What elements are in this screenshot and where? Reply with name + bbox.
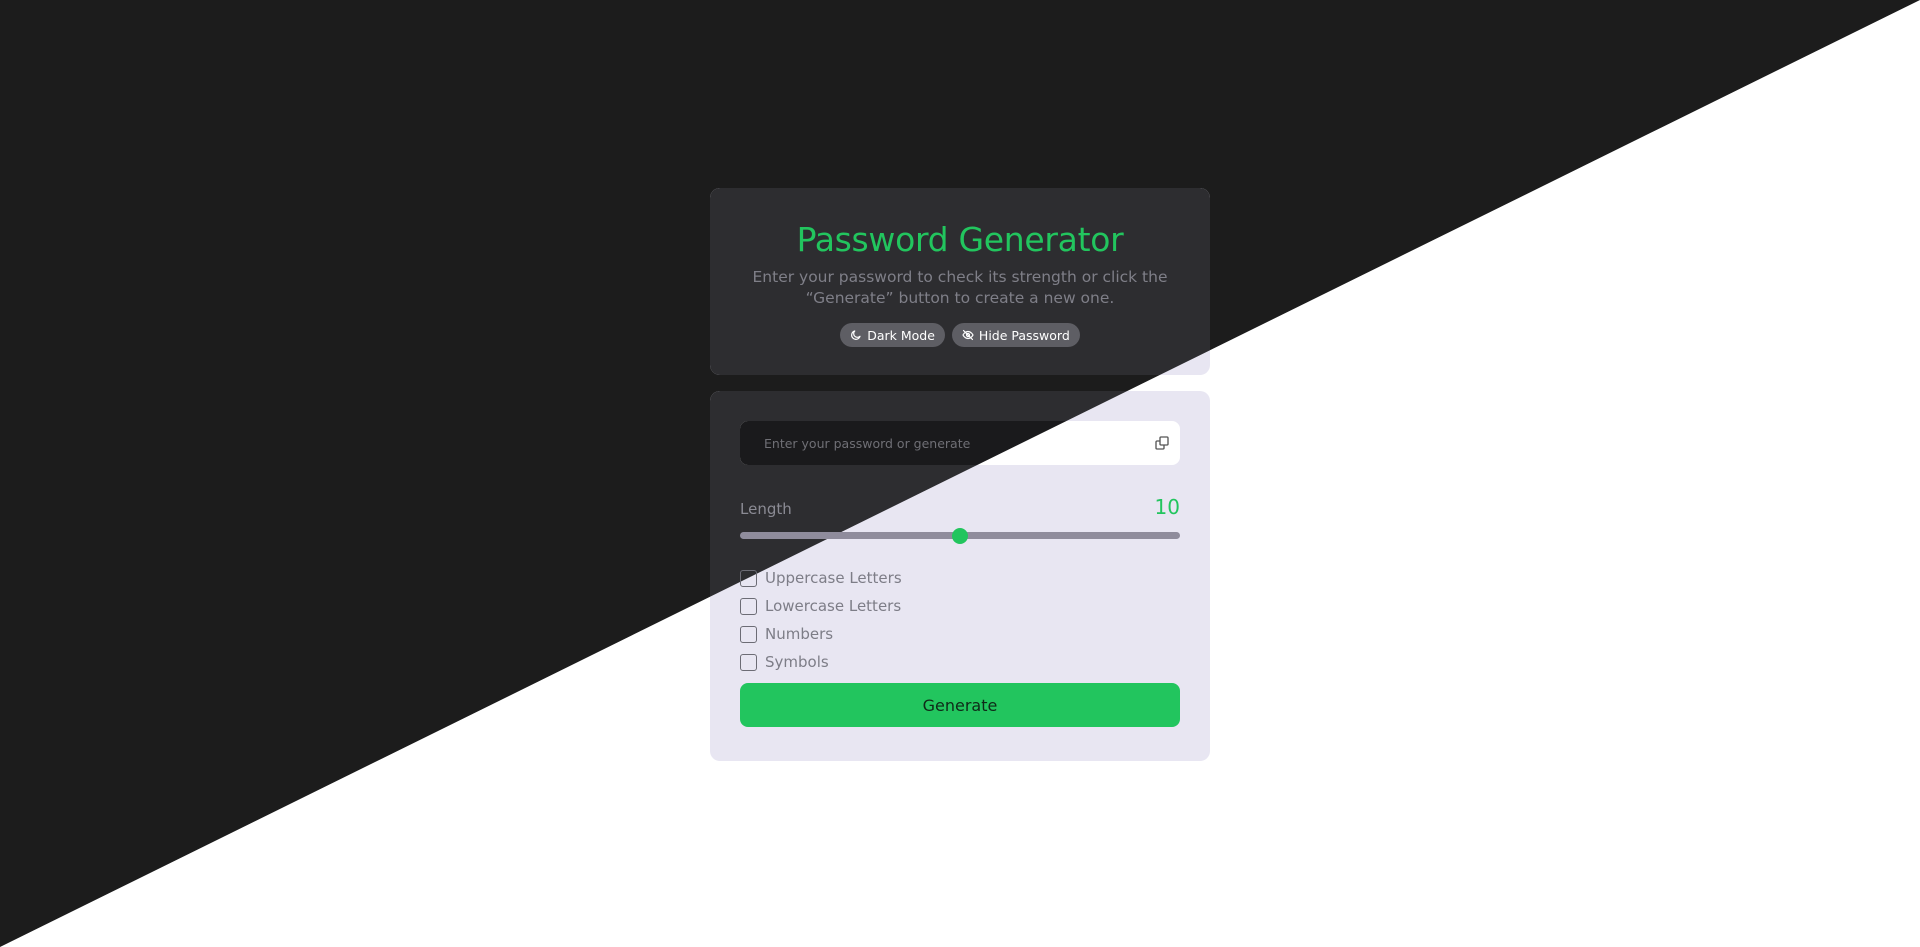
length-slider[interactable] [740, 528, 1180, 544]
slider-thumb[interactable] [952, 528, 968, 544]
length-label: Length [740, 500, 792, 518]
password-input[interactable] [740, 421, 1140, 465]
moon-icon [851, 330, 861, 340]
page-subtitle: Enter your password to check its strengt… [752, 268, 1168, 307]
option-symbols[interactable]: Symbols [740, 648, 902, 676]
symbols-checkbox[interactable] [740, 653, 757, 671]
app-container: Password Generator Enter your password t… [710, 188, 1210, 761]
toggle-row: Dark Mode Hide Password [710, 323, 1210, 347]
page-title: Password Generator [796, 220, 1124, 259]
lowercase-label: Lowercase Letters [765, 597, 902, 615]
numbers-label: Numbers [765, 625, 834, 643]
option-numbers[interactable]: Numbers [740, 620, 902, 648]
password-field [740, 421, 1180, 465]
copy-icon[interactable] [1154, 435, 1170, 451]
length-value: 10 [1154, 495, 1180, 519]
option-uppercase[interactable]: Uppercase Letters [740, 564, 902, 592]
eye-off-icon [962, 329, 974, 341]
hide-password-toggle[interactable]: Hide Password [951, 323, 1080, 347]
hide-password-label: Hide Password [978, 327, 1070, 343]
length-row: Length 10 [740, 495, 1180, 519]
generate-button[interactable]: Generate [740, 683, 1180, 727]
dark-mode-label: Dark Mode [867, 327, 935, 343]
options-list: Uppercase Letters Lowercase Letters Numb… [740, 564, 902, 676]
header-card: Password Generator Enter your password t… [710, 188, 1210, 375]
lowercase-checkbox[interactable] [740, 597, 757, 615]
dark-mode-toggle[interactable]: Dark Mode [840, 323, 945, 347]
symbols-label: Symbols [765, 653, 829, 671]
option-lowercase[interactable]: Lowercase Letters [740, 592, 902, 620]
numbers-checkbox[interactable] [740, 625, 757, 643]
generator-card: Length 10 Uppercase Letters Lowercase Le… [710, 391, 1210, 761]
uppercase-label: Uppercase Letters [765, 569, 902, 587]
uppercase-checkbox[interactable] [740, 569, 757, 587]
page-background: Password Generator Enter your password t… [0, 0, 1920, 947]
